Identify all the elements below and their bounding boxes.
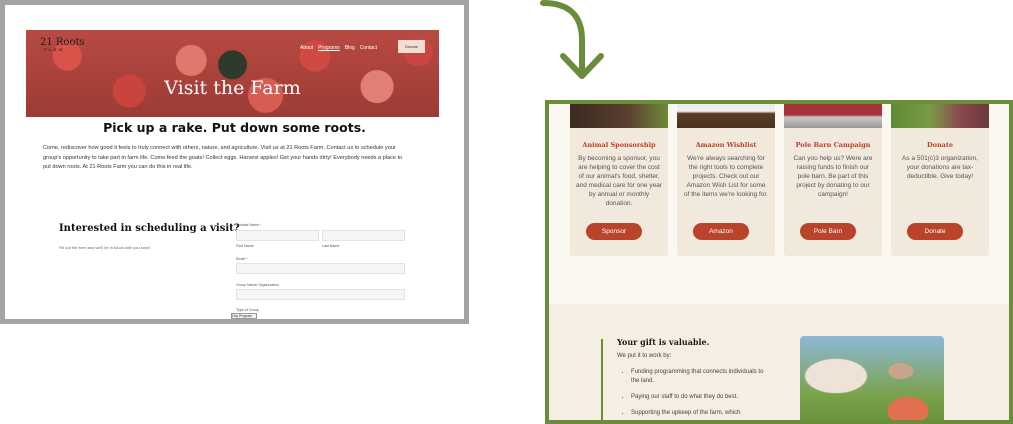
gift-section: Your gift is valuable. We put it to work…: [549, 304, 1009, 420]
card-text: By becoming a sponsor, you are helping t…: [576, 155, 662, 207]
card-amazon-wishlist: Amazon Wishlist We're always searching f…: [677, 104, 775, 256]
list-item: Funding programming that connects indivi…: [631, 368, 765, 386]
first-name-label: First Name: [236, 244, 254, 248]
list-item: Supporting the upkeep of the farm, which: [631, 409, 765, 418]
card-pole-barn: Pole Barn Campaign Can you help us? Were…: [784, 104, 882, 256]
card-title: Amazon Wishlist: [695, 141, 757, 149]
card-image: [784, 104, 882, 128]
first-name-input[interactable]: [236, 230, 319, 241]
group-input[interactable]: [236, 289, 405, 300]
nav-contact[interactable]: Contact: [360, 45, 377, 51]
nav-about[interactable]: About: [300, 45, 313, 51]
donate-button[interactable]: Donate: [398, 40, 425, 53]
nav-blog[interactable]: Blog: [345, 45, 355, 51]
list-item: Paying our staff to do what they do best…: [631, 393, 765, 402]
group-label: Group Name/ Organization: [236, 283, 279, 287]
pole-barn-button[interactable]: Pole Barn: [800, 223, 856, 240]
last-name-label: Last Name: [322, 244, 340, 248]
type-label: Type of Group: [236, 308, 259, 312]
donate-card-button[interactable]: Donate: [907, 223, 963, 240]
before-screenshot: 21 Roots FARM About Programs Blog Contact…: [0, 0, 469, 324]
gift-heading: Your gift is valuable.: [617, 337, 710, 347]
contact-name-label: Contact Name *: [236, 223, 262, 227]
email-label: Email *: [236, 257, 248, 261]
tagline: Pick up a rake. Put down some roots.: [103, 120, 366, 135]
logo-sub: FARM: [44, 47, 65, 52]
logo[interactable]: 21 Roots FARM: [40, 38, 85, 52]
main-nav: About Programs Blog Contact: [300, 45, 377, 51]
after-screenshot: Animal Sponsorship By becoming a sponsor…: [545, 100, 1013, 424]
card-text: As a 501(c)3 organization, your donation…: [902, 155, 978, 180]
card-image: [677, 104, 775, 128]
last-name-input[interactable]: [322, 230, 405, 241]
card-title: Donate: [926, 141, 954, 149]
form-subtext: Fill out the form and we'll be in touch …: [59, 245, 151, 250]
goat-photo: [800, 336, 944, 420]
arrow-down-icon: [540, 0, 604, 79]
hero-title: Visit the Farm: [164, 77, 301, 99]
card-image: [570, 104, 668, 128]
card-text: We're always searching for the right too…: [684, 155, 768, 198]
card-animal-sponsorship: Animal Sponsorship By becoming a sponsor…: [570, 104, 668, 256]
email-input[interactable]: [236, 263, 405, 274]
accent-line: [601, 339, 603, 420]
card-image: [891, 104, 989, 128]
hero-banner: 21 Roots FARM About Programs Blog Contact…: [26, 30, 439, 117]
nav-programs[interactable]: Programs: [318, 45, 340, 51]
card-title: Animal Sponsorship: [582, 141, 656, 149]
gift-list: Funding programming that connects indivi…: [625, 368, 765, 420]
form-heading: Interested in scheduling a visit?: [59, 223, 240, 234]
card-title: Pole Barn Campaign: [795, 141, 871, 149]
gift-subtext: We put it to work by:: [617, 353, 672, 359]
type-select[interactable]: Day Program: [231, 313, 257, 319]
card-donate: Donate As a 501(c)3 organization, your d…: [891, 104, 989, 256]
card-text: Can you help us? Were are raising funds …: [793, 155, 873, 198]
intro-text: Come, rediscover how good it feels to tr…: [43, 145, 403, 170]
sponsor-button[interactable]: Sponsor: [586, 223, 642, 240]
amazon-button[interactable]: Amazon: [693, 223, 749, 240]
